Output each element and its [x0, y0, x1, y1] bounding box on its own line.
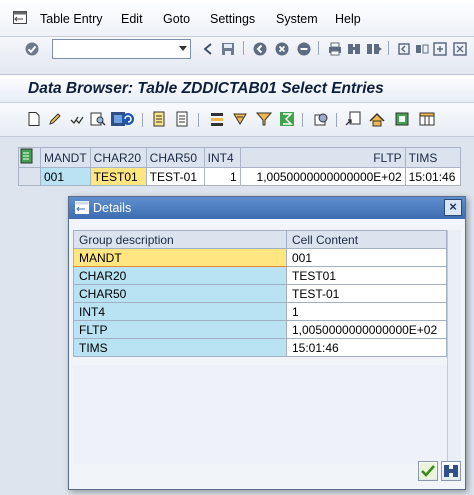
column-header-tims[interactable]: TIMS — [404, 147, 461, 168]
confirm-button[interactable] — [418, 461, 438, 481]
details-field[interactable]: TIMS — [73, 338, 287, 357]
details-row[interactable]: CHAR50 TEST-01 — [73, 284, 447, 303]
sort-ascending-icon[interactable] — [209, 111, 225, 127]
table-cell[interactable]: 001 — [40, 167, 91, 186]
select-all-icon[interactable] — [19, 148, 35, 164]
download-icon[interactable] — [394, 111, 410, 127]
chevron-down-icon[interactable] — [179, 46, 187, 51]
cancel-icon[interactable] — [296, 41, 312, 57]
menu-item-edit[interactable]: Edit — [121, 12, 143, 26]
close-icon[interactable]: × — [444, 199, 462, 216]
refresh-icon[interactable] — [120, 111, 136, 127]
back-green-icon[interactable] — [252, 41, 268, 57]
menu-item-goto[interactable]: Goto — [163, 12, 190, 26]
column-header-cell-content[interactable]: Cell Content — [286, 230, 447, 249]
first-page-icon[interactable] — [396, 41, 412, 57]
total-icon[interactable] — [279, 111, 295, 127]
toolbar-separator — [302, 113, 303, 127]
column-header-group-description[interactable]: Group description — [73, 230, 287, 249]
details-table: Group description Cell Content MANDT 001… — [73, 230, 447, 357]
binoculars-icon — [444, 465, 458, 477]
details-header-row: Group description Cell Content — [73, 230, 447, 249]
column-header-char20[interactable]: CHAR20 — [89, 147, 147, 168]
export-icon[interactable] — [345, 111, 361, 127]
table-cell[interactable]: 1 — [203, 167, 241, 186]
details-scrollbar[interactable] — [447, 230, 461, 466]
toolbar-separator — [142, 113, 143, 127]
details-row[interactable]: INT4 1 — [73, 302, 447, 321]
details-row[interactable]: FLTP 1,0050000000000000E+02 — [73, 320, 447, 339]
upload-icon[interactable] — [369, 111, 385, 127]
details-value[interactable]: 1 — [286, 302, 447, 321]
table-cell[interactable]: 1,0050000000000000E+02 — [239, 167, 406, 186]
back-icon[interactable] — [200, 41, 216, 57]
details-value[interactable]: 15:01:46 — [286, 338, 447, 357]
details-value[interactable]: 001 — [286, 248, 447, 267]
filter-icon[interactable] — [256, 111, 272, 127]
details-dialog: Details × Group description Cell Content… — [68, 196, 466, 490]
exit-icon[interactable] — [274, 41, 290, 57]
prev-page-icon[interactable] — [414, 41, 430, 57]
save-icon[interactable] — [220, 41, 236, 57]
find-icon[interactable] — [346, 41, 362, 57]
layout-icon[interactable] — [419, 111, 435, 127]
sort-descending-icon[interactable] — [232, 111, 248, 127]
row-selector[interactable] — [18, 167, 41, 186]
toolbar-separator — [388, 41, 389, 55]
toolbar-separator — [243, 41, 244, 55]
toolbar-separator — [336, 113, 337, 127]
menu-item-help[interactable]: Help — [335, 12, 361, 26]
table-cell[interactable]: 15:01:46 — [404, 167, 461, 186]
column-header-fltp[interactable]: FLTP — [239, 147, 406, 168]
table-cell[interactable]: TEST01 — [89, 167, 147, 186]
dialog-title-bar[interactable]: Details × — [69, 197, 465, 219]
menu-item-system[interactable]: System — [276, 12, 318, 26]
find-next-icon[interactable] — [366, 41, 382, 57]
command-field[interactable] — [52, 39, 191, 59]
print-preview-icon[interactable] — [313, 111, 329, 127]
result-table: MANDT CHAR20 CHAR50 INT4 FLTP TIMS 001 T… — [18, 147, 461, 186]
details-field[interactable]: MANDT — [73, 248, 287, 267]
table-header-row: MANDT CHAR20 CHAR50 INT4 FLTP TIMS — [18, 147, 461, 168]
change-icon[interactable] — [47, 111, 63, 127]
details-value[interactable]: TEST01 — [286, 266, 447, 285]
details-row[interactable]: CHAR20 TEST01 — [73, 266, 447, 285]
checkmark-icon — [420, 463, 436, 479]
table-row[interactable]: 001 TEST01 TEST-01 1 1,0050000000000000E… — [18, 167, 461, 186]
details-field[interactable]: FLTP — [73, 320, 287, 339]
column-header-char50[interactable]: CHAR50 — [145, 147, 205, 168]
where-used-icon[interactable] — [90, 111, 106, 127]
find-button[interactable] — [441, 461, 461, 481]
dialog-title: Details — [93, 201, 132, 215]
details-field[interactable]: INT4 — [73, 302, 287, 321]
page-title: Data Browser: Table ZDDICTAB01 Select En… — [28, 80, 384, 97]
enter-icon[interactable] — [24, 41, 40, 57]
menu-item-table-entry[interactable]: Table Entry — [40, 12, 103, 26]
menu-icon[interactable] — [13, 11, 27, 24]
details-row[interactable]: TIMS 15:01:46 — [73, 338, 447, 357]
toolbar-separator — [198, 113, 199, 127]
details-field[interactable]: CHAR20 — [73, 266, 287, 285]
details-value[interactable]: 1,0050000000000000E+02 — [286, 320, 447, 339]
print-icon[interactable] — [327, 41, 343, 57]
next-page-icon[interactable] — [432, 41, 448, 57]
details-field[interactable]: CHAR50 — [73, 284, 287, 303]
detail-list-icon[interactable] — [174, 111, 190, 127]
dialog-menu-icon[interactable] — [75, 201, 89, 214]
menu-item-settings[interactable]: Settings — [210, 12, 255, 26]
details-row[interactable]: MANDT 001 — [73, 248, 447, 267]
column-header-mandt[interactable]: MANDT — [40, 147, 91, 168]
check-table-icon[interactable] — [69, 111, 85, 127]
select-all-button[interactable] — [18, 147, 41, 168]
toolbar-separator — [318, 41, 319, 55]
column-header-int4[interactable]: INT4 — [203, 147, 241, 168]
layout-icon[interactable] — [452, 41, 468, 57]
detail-icon[interactable] — [151, 111, 167, 127]
details-value[interactable]: TEST-01 — [286, 284, 447, 303]
display-icon[interactable] — [26, 111, 42, 127]
details-empty-area — [73, 365, 447, 464]
table-cell[interactable]: TEST-01 — [145, 167, 205, 186]
